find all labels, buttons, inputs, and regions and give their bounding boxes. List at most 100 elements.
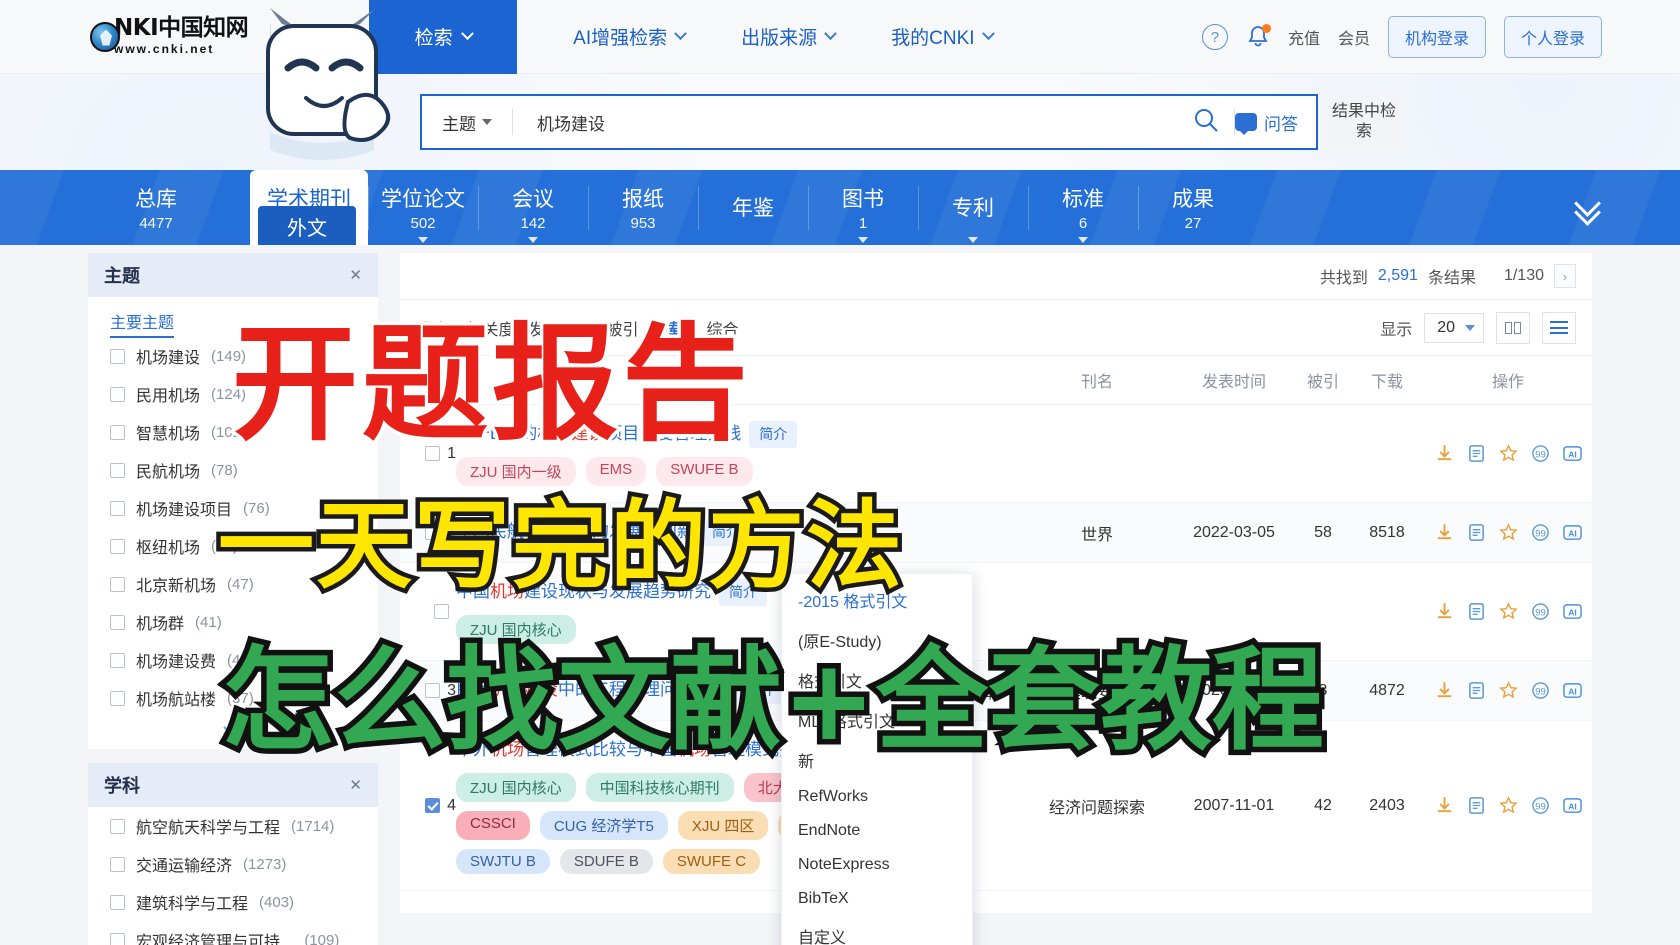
favorite-icon[interactable]	[1498, 444, 1518, 463]
filter-item-2[interactable]: 建筑科学与工程 (403)	[88, 883, 378, 921]
ai-icon[interactable]: AI	[1562, 523, 1582, 542]
brief-button[interactable]: 简介	[749, 421, 798, 449]
nav-item-label: AI增强检索	[573, 28, 668, 49]
checkbox[interactable]	[110, 576, 125, 592]
cnki-logo[interactable]: NKI中国知网 www.cnki.net	[90, 17, 249, 56]
database-tab-7[interactable]: 专利	[918, 170, 1028, 245]
list-view-icon[interactable]	[1542, 311, 1576, 344]
col-source[interactable]: 刊名	[1022, 355, 1172, 405]
database-tab-6[interactable]: 图书 1	[808, 170, 918, 245]
question-circle-icon[interactable]: ?	[1201, 24, 1228, 50]
database-tab-foreign[interactable]: 外文	[258, 206, 356, 245]
database-tab-5[interactable]: 年鉴	[698, 170, 808, 245]
filter-item-count: (1273)	[243, 855, 287, 873]
ai-icon[interactable]: AI	[1562, 796, 1582, 815]
checkbox[interactable]	[110, 690, 125, 706]
favorite-icon[interactable]	[1498, 602, 1518, 621]
quote-icon[interactable]: 99	[1531, 796, 1550, 815]
chevron-down-icon	[1078, 237, 1088, 243]
citation-menu-item-5[interactable]: RefWorks	[782, 780, 972, 814]
quote-icon[interactable]: 99	[1531, 523, 1550, 542]
download-icon[interactable]	[1435, 523, 1454, 542]
search-input[interactable]	[513, 96, 1178, 148]
database-tab-4[interactable]: 报纸 953	[588, 170, 698, 245]
citation-menu-item-8[interactable]: BibTeX	[782, 882, 972, 916]
database-tab-8[interactable]: 标准 6	[1028, 170, 1138, 245]
col-downloads[interactable]: 下载	[1350, 355, 1424, 405]
nav-item-my-cnki[interactable]: 我的CNKI	[891, 23, 995, 50]
svg-text:99: 99	[1535, 607, 1546, 618]
pdf-icon[interactable]	[1467, 444, 1486, 463]
database-tab-count: 4477	[139, 215, 173, 232]
search-field-selector[interactable]: 主题	[422, 110, 512, 135]
filter-item-1[interactable]: 交通运输经济 (1273)	[88, 845, 378, 883]
favorite-icon[interactable]	[1498, 681, 1518, 700]
checkbox[interactable]	[110, 932, 125, 945]
pdf-icon[interactable]	[1467, 796, 1486, 815]
database-tab-0[interactable]: 总库 4477	[62, 170, 250, 245]
operation-icons: 99 AI	[1424, 796, 1592, 815]
nav-item-publication-source[interactable]: 出版来源	[741, 23, 837, 50]
pdf-icon[interactable]	[1467, 523, 1486, 542]
filter-item-0[interactable]: 航空航天科学与工程 (1714)	[88, 807, 378, 845]
close-icon[interactable]: ✕	[349, 776, 362, 794]
row-checkbox[interactable]	[425, 798, 441, 814]
checkbox[interactable]	[110, 856, 125, 872]
ai-icon[interactable]: AI	[1562, 602, 1582, 621]
checkbox[interactable]	[110, 818, 125, 834]
checkbox[interactable]	[110, 500, 125, 516]
checkbox[interactable]	[110, 614, 125, 630]
personal-login-button[interactable]: 个人登录	[1503, 16, 1602, 58]
svg-text:AI: AI	[1568, 686, 1577, 696]
page-size-select[interactable]: 20	[1424, 312, 1484, 343]
grid-view-icon[interactable]	[1496, 311, 1530, 344]
checkbox[interactable]	[110, 462, 125, 478]
checkbox[interactable]	[110, 424, 125, 440]
pdf-icon[interactable]	[1467, 681, 1486, 700]
favorite-icon[interactable]	[1498, 796, 1518, 815]
next-page-button[interactable]: ›	[1554, 264, 1576, 288]
checkbox[interactable]	[110, 386, 125, 402]
database-tab-3[interactable]: 会议 142	[478, 170, 588, 245]
download-icon[interactable]	[1435, 796, 1454, 815]
citation-menu-item-9[interactable]: 自定义	[782, 916, 972, 945]
recharge-link[interactable]: 充值	[1288, 25, 1320, 49]
pdf-icon[interactable]	[1467, 602, 1486, 621]
citation-menu-item-7[interactable]: NoteExpress	[782, 848, 972, 882]
expand-tabs-button[interactable]	[1558, 170, 1618, 245]
journal-badge-7: SWJTU B	[456, 849, 550, 875]
checkbox[interactable]	[110, 348, 125, 364]
org-login-button[interactable]: 机构登录	[1387, 16, 1486, 58]
col-date[interactable]: 发表时间	[1172, 355, 1296, 405]
filter-item-3[interactable]: 宏观经济管理与可持... (109)	[88, 921, 378, 945]
ai-icon[interactable]: AI	[1562, 681, 1582, 700]
checkbox[interactable]	[110, 894, 125, 910]
display-controls: 显示 20	[1380, 311, 1576, 344]
col-cited[interactable]: 被引	[1296, 355, 1350, 405]
close-icon[interactable]: ✕	[349, 266, 362, 284]
quote-icon[interactable]: 99	[1531, 444, 1550, 463]
nav-item-ai-search[interactable]: AI增强检索	[573, 23, 687, 50]
search-in-results-button[interactable]: 结果中检索	[1322, 94, 1406, 150]
ai-icon[interactable]: AI	[1562, 444, 1582, 463]
journal-badge-5: XJU 四区	[677, 811, 769, 841]
row-cited-cell: 58	[1296, 502, 1350, 564]
citation-menu-item-6[interactable]: EndNote	[782, 814, 972, 848]
checkbox[interactable]	[110, 652, 125, 668]
database-tab-9[interactable]: 成果 27	[1138, 170, 1248, 245]
member-link[interactable]: 会员	[1338, 25, 1370, 49]
favorite-icon[interactable]	[1498, 523, 1518, 542]
download-icon[interactable]	[1435, 681, 1454, 700]
quote-icon[interactable]: 99	[1531, 602, 1550, 621]
search-icon[interactable]	[1178, 106, 1234, 139]
filter-item-label: 机场建设费	[136, 654, 217, 671]
chevron-down-icon	[418, 237, 428, 243]
search-field-label: 主题	[442, 114, 476, 134]
bell-icon[interactable]	[1246, 24, 1271, 50]
download-icon[interactable]	[1435, 602, 1454, 621]
database-tab-label: 成果	[1172, 188, 1214, 211]
checkbox[interactable]	[110, 538, 125, 554]
quote-icon[interactable]: 99	[1531, 681, 1550, 700]
download-icon[interactable]	[1435, 444, 1454, 463]
qa-button[interactable]: 问答	[1235, 110, 1316, 135]
